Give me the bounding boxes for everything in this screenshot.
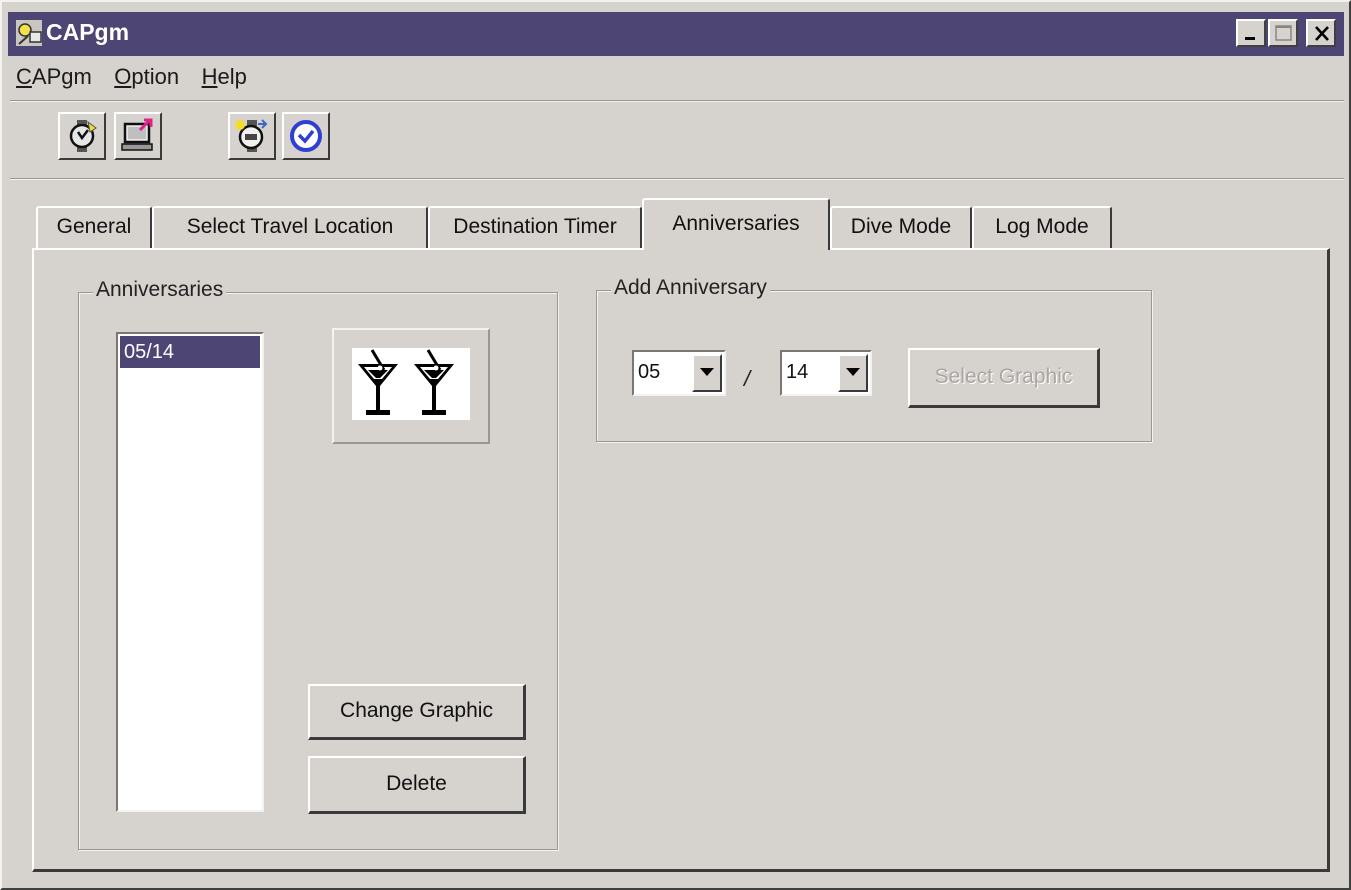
delete-button[interactable]: Delete: [308, 756, 526, 814]
menu-divider: [10, 100, 1344, 102]
close-button[interactable]: [1306, 19, 1336, 47]
tab-log-mode[interactable]: Log Mode: [972, 206, 1112, 248]
month-value: 05: [638, 361, 661, 383]
anniversaries-group-label: Anniversaries: [93, 278, 227, 302]
select-graphic-button[interactable]: Select Graphic: [908, 348, 1100, 408]
watch-download-icon: [69, 120, 97, 152]
minimize-button[interactable]: [1236, 19, 1266, 47]
title-bar[interactable]: CAPgm: [8, 12, 1344, 56]
date-separator: /: [744, 366, 751, 391]
menu-capgm[interactable]: CAPgm: [16, 64, 92, 90]
close-icon: [1315, 26, 1329, 41]
day-select[interactable]: 14: [780, 350, 872, 396]
menu-option[interactable]: Option: [114, 64, 179, 90]
maximize-icon: [1275, 25, 1292, 41]
martini-glasses-icon: [358, 349, 454, 415]
change-graphic-button[interactable]: Change Graphic: [308, 684, 526, 740]
menu-bar: CAPgm Option Help: [16, 64, 265, 94]
month-dropdown-button[interactable]: [692, 354, 722, 392]
day-dropdown-button[interactable]: [838, 354, 868, 392]
app-icon[interactable]: [14, 18, 44, 48]
watch-settings-icon: [235, 119, 268, 152]
app-window: CAPgm CAPgm Option Help General Select T…: [0, 0, 1351, 890]
chevron-down-icon: [700, 368, 714, 376]
window-title: CAPgm: [46, 19, 130, 45]
day-value: 14: [786, 361, 809, 383]
anniversaries-listbox[interactable]: 05/14: [116, 332, 264, 812]
menu-help[interactable]: Help: [202, 64, 247, 90]
graphic-preview-canvas: [352, 348, 470, 420]
minimize-icon: [1245, 37, 1255, 40]
maximize-button[interactable]: [1268, 19, 1298, 47]
toolbar-divider: [10, 178, 1344, 180]
chevron-down-icon: [846, 368, 860, 376]
watch-download-button[interactable]: [58, 112, 106, 160]
month-select[interactable]: 05: [632, 350, 726, 396]
tab-anniversaries[interactable]: Anniversaries: [642, 198, 830, 250]
computer-upload-button[interactable]: [114, 112, 162, 160]
list-item[interactable]: 05/14: [120, 336, 260, 368]
graphic-preview: [332, 328, 490, 444]
tab-general[interactable]: General: [36, 206, 152, 248]
tab-destination-timer[interactable]: Destination Timer: [428, 206, 642, 248]
add-anniversary-group-label: Add Anniversary: [611, 276, 770, 300]
tab-dive-mode[interactable]: Dive Mode: [830, 206, 972, 248]
watch-settings-button[interactable]: [228, 112, 276, 160]
clock-button[interactable]: [282, 112, 330, 160]
tab-select-travel-location[interactable]: Select Travel Location: [152, 206, 428, 248]
clock-icon: [290, 120, 322, 152]
computer-upload-icon: [121, 118, 153, 151]
